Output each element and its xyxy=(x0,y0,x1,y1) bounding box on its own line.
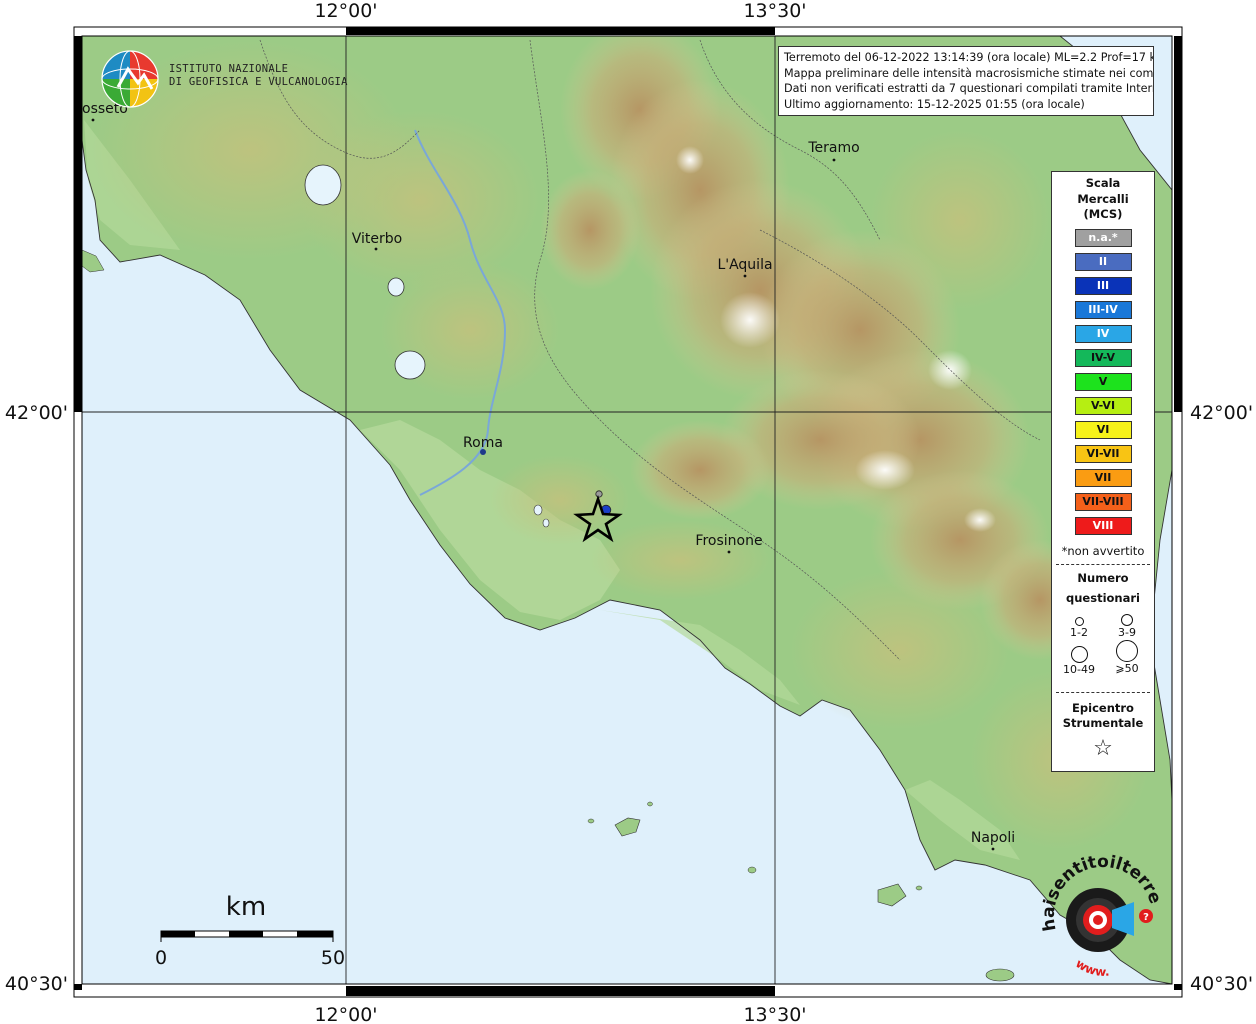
lake-vico xyxy=(387,277,405,297)
event-info-line4: Ultimo aggiornamento: 15-12-2025 01:55 (… xyxy=(784,97,1085,111)
size-class-1-2: 1-2 xyxy=(1054,614,1104,639)
legend-divider xyxy=(1056,563,1150,565)
haisentito-question-mark: ? xyxy=(1143,912,1149,923)
event-info-box: Terremoto del 06-12-2022 13:14:39 (ora l… xyxy=(778,46,1154,116)
questionnaires-title: Numero questionari xyxy=(1052,568,1154,608)
scale-bar-unit: km xyxy=(226,892,266,922)
scale-bar-min: 0 xyxy=(155,947,167,969)
intensity-iv: IV xyxy=(1074,324,1132,343)
epicenter-title-line2: Strumentale xyxy=(1062,716,1144,730)
questionnaires-title-line1: Numero xyxy=(1077,570,1129,585)
small-circle-icon xyxy=(1074,616,1084,626)
xlarge-circle-icon xyxy=(1116,639,1138,662)
city-marker xyxy=(832,158,836,162)
intensity-iii-iv: III-IV xyxy=(1074,300,1132,319)
city-label: Frosinone xyxy=(695,533,762,549)
intensity-v: V xyxy=(1074,372,1132,391)
intensity-n-a: n.a.* xyxy=(1074,228,1132,247)
size-class-50-plus: ⩾50 xyxy=(1102,639,1152,675)
legend-title-line3: (MCS) xyxy=(1083,207,1123,221)
city-label: Viterbo xyxy=(352,231,402,247)
epicenter-title-line1: Epicentro xyxy=(1072,700,1134,715)
size-class-10-49: 10-49 xyxy=(1054,645,1104,676)
city-label: Teramo xyxy=(807,140,859,156)
intensity-vii: VII xyxy=(1074,468,1132,487)
lake-bracciano xyxy=(394,350,426,380)
scale-bar-max: 50 xyxy=(321,947,345,969)
large-circle-icon xyxy=(1070,645,1088,663)
legend-divider xyxy=(1056,691,1150,693)
haisentito-url: www. xyxy=(1073,956,1110,979)
capri-island xyxy=(985,968,1015,982)
city-marker xyxy=(91,118,95,122)
intensity-vii-viii: VII-VIII xyxy=(1074,492,1132,511)
epicenter-title: Epicentro Strumentale xyxy=(1052,701,1154,732)
city-marker xyxy=(727,550,731,554)
observation-point-1 xyxy=(595,490,603,498)
intensity-ii: II xyxy=(1074,252,1132,271)
intensity-scale: n.a.* II III III-IV IV IV-V V V-VI VI VI-VII VII VI… xyxy=(1052,228,1154,535)
ingv-logo-text: ISTITUTO NAZIONALE DI GEOFISICA E VULCAN… xyxy=(169,63,348,89)
intensity-viii: VIII xyxy=(1074,516,1132,535)
questionnaires-title-line2: questionari xyxy=(1066,590,1140,605)
city-label: Roma xyxy=(463,435,503,451)
haisentito-target-icon: ? haisentitoilterremoto.it www. xyxy=(1038,852,1165,979)
lon-label-bottom-12: 12°00' xyxy=(314,1004,377,1024)
not-felt-note: *non avvertito xyxy=(1061,543,1145,558)
legend-title-line1: Scala xyxy=(1085,176,1121,190)
size-class-3-9: 3-9 xyxy=(1102,612,1152,639)
ingv-globe-icon xyxy=(101,50,159,108)
city-label: L'Aquila xyxy=(717,257,772,273)
city-marker xyxy=(374,247,378,251)
lat-label-right-42: 42°00' xyxy=(1190,402,1253,424)
lon-label-top-13-30: 13°30' xyxy=(743,0,806,22)
lon-label-bottom-13-30: 13°30' xyxy=(743,1004,806,1024)
legend-title-line2: Mercalli xyxy=(1077,191,1129,206)
size-label: 3-9 xyxy=(1118,625,1136,639)
intensity-vi-vii: VI-VII xyxy=(1074,444,1132,463)
intensity-iv-v: IV-V xyxy=(1074,348,1132,367)
lat-label-left-40-30: 40°30' xyxy=(5,973,68,995)
lake-bolsena xyxy=(304,164,342,206)
city-label: Napoli xyxy=(971,830,1015,846)
event-info-line2: Mappa preliminare delle intensità macros… xyxy=(784,66,1154,80)
intensity-v-vi: V-VI xyxy=(1074,396,1132,415)
questionnaire-size-legend: 1-2 3-9 10-49 ⩾50 xyxy=(1052,608,1154,678)
ingv-logo-line1: ISTITUTO NAZIONALE xyxy=(169,63,289,75)
legend-panel: Scala Mercalli (MCS) n.a.* II III III-IV IV I… xyxy=(1051,171,1155,772)
intensity-iii: III xyxy=(1074,276,1132,295)
event-info-line1: Terremoto del 06-12-2022 13:14:39 (ora l… xyxy=(784,51,1154,64)
lon-label-top-12: 12°00' xyxy=(314,0,377,22)
city-marker xyxy=(991,847,995,851)
medium-circle-icon xyxy=(1121,613,1133,626)
lat-label-left-42: 42°00' xyxy=(5,402,68,424)
size-label: ⩾50 xyxy=(1115,661,1139,675)
size-label: 1-2 xyxy=(1070,625,1088,639)
city-marker xyxy=(743,274,747,278)
lat-label-right-40-30: 40°30' xyxy=(1190,973,1253,995)
intensity-vi: VI xyxy=(1074,420,1132,439)
size-label: 10-49 xyxy=(1063,662,1095,676)
legend-title: Scala Mercalli (MCS) xyxy=(1052,176,1154,223)
ingv-logo-line2: DI GEOFISICA E VULCANOLOGIA xyxy=(169,76,348,88)
star-icon: ☆ xyxy=(1093,735,1113,761)
event-info-line3: Dati non verificati estratti da 7 questi… xyxy=(784,82,1154,95)
